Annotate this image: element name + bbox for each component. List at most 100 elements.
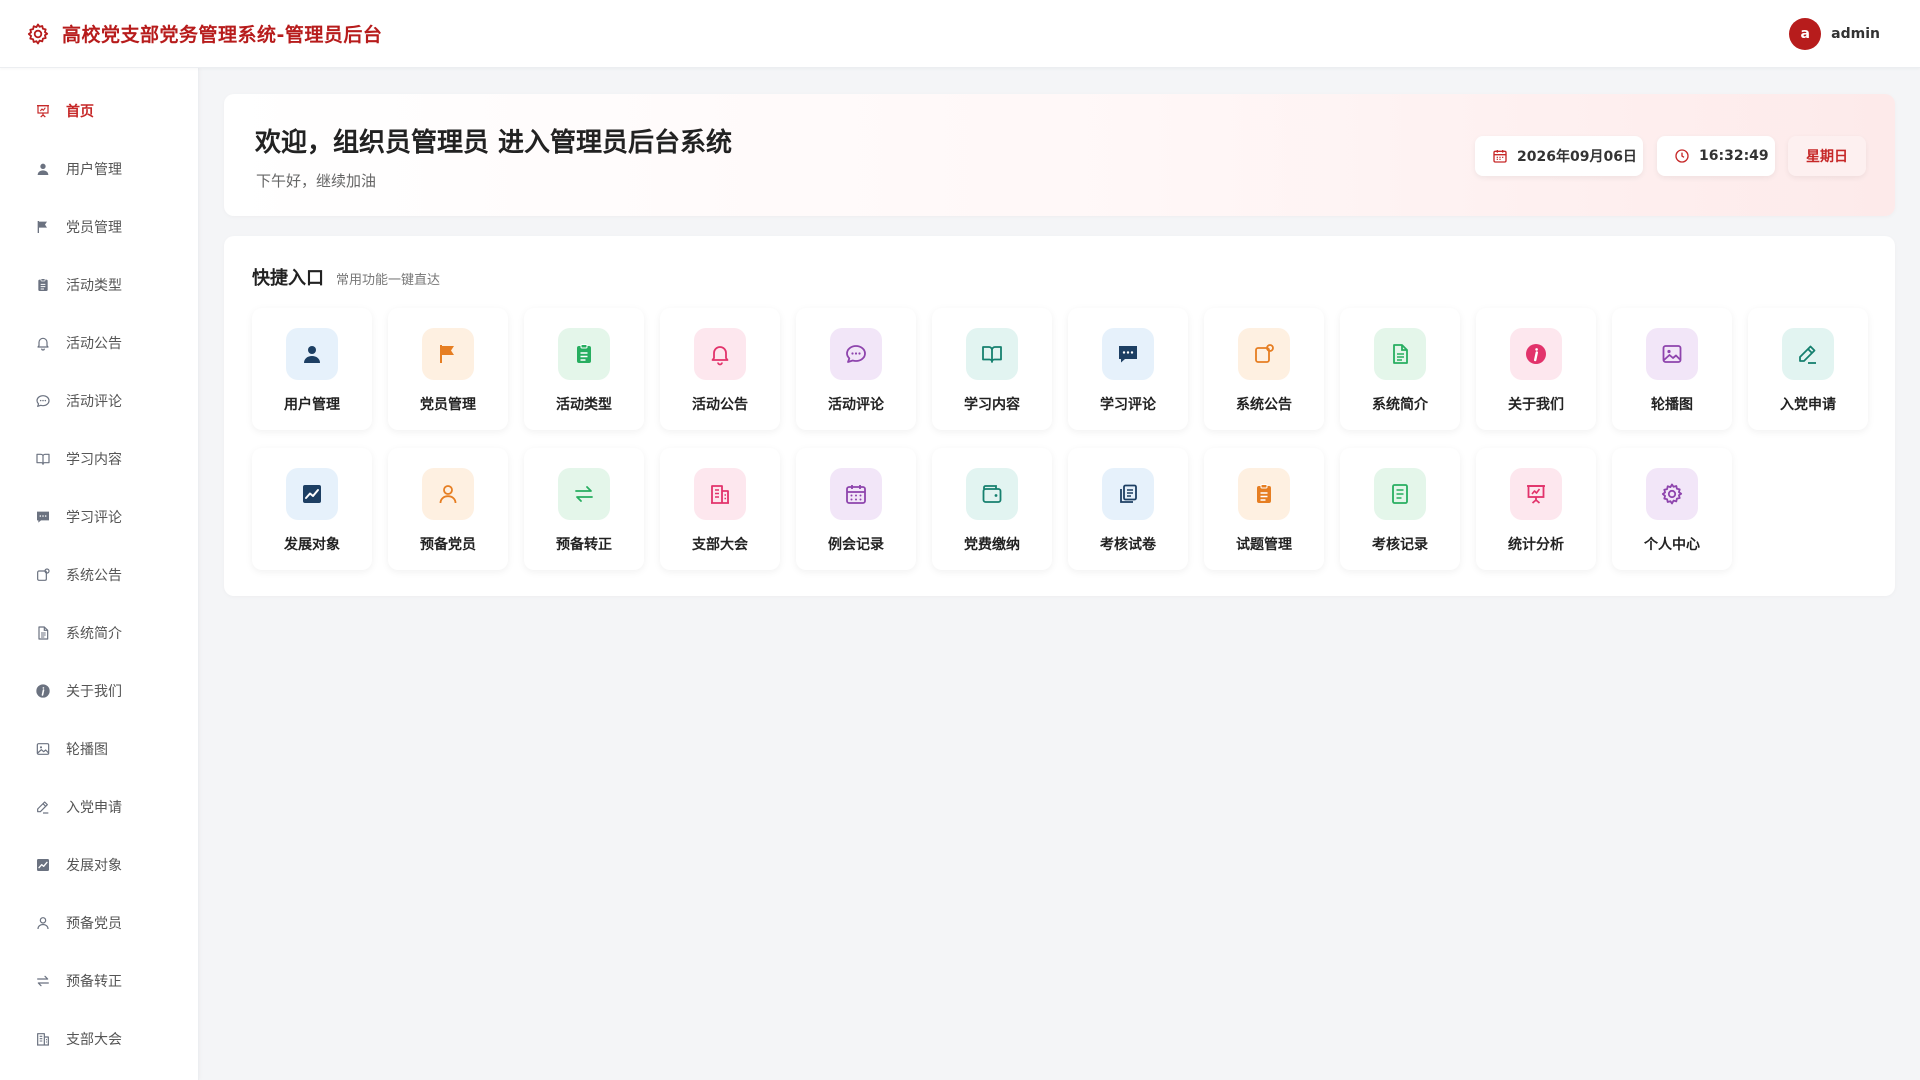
wallet-icon [966, 468, 1018, 520]
sidebar-item-11[interactable]: 轮播图 [0, 720, 198, 778]
quick-tile-label: 活动公告 [692, 397, 748, 413]
sidebar-item-7[interactable]: 学习评论 [0, 488, 198, 546]
quick-tile-label: 活动类型 [556, 397, 612, 413]
time-chip: 16:32:49 [1657, 136, 1775, 176]
quick-tile-label: 个人中心 [1644, 537, 1700, 553]
avatar[interactable]: a [1789, 18, 1822, 50]
sidebar-item-12[interactable]: 入党申请 [0, 778, 198, 836]
quick-tile-label: 系统简介 [1372, 397, 1428, 413]
sidebar-item-label: 预备党员 [66, 916, 122, 932]
info-icon [34, 682, 52, 700]
sidebar-item-13[interactable]: 发展对象 [0, 836, 198, 894]
quick-tile-5[interactable]: 学习内容 [932, 308, 1052, 430]
clipboard-icon [558, 328, 610, 380]
sidebar-item-4[interactable]: 活动公告 [0, 314, 198, 372]
quick-tile-6[interactable]: 学习评论 [1068, 308, 1188, 430]
comment-icon [34, 508, 52, 526]
weekday-text: 星期日 [1806, 149, 1848, 165]
user-menu[interactable]: a admin [1789, 18, 1880, 50]
sidebar-item-5[interactable]: 活动评论 [0, 372, 198, 430]
quick-tile-4[interactable]: 活动评论 [796, 308, 916, 430]
quick-tile-16[interactable]: 例会记录 [796, 448, 916, 570]
chat-bubble-icon [830, 328, 882, 380]
swap-icon [34, 972, 52, 990]
quick-tile-label: 党费缴纳 [964, 537, 1020, 553]
document-icon [1374, 328, 1426, 380]
quick-tile-10[interactable]: 轮播图 [1612, 308, 1732, 430]
sidebar-item-15[interactable]: 预备转正 [0, 952, 198, 1010]
quick-tile-label: 系统公告 [1236, 397, 1292, 413]
user-icon [34, 160, 52, 178]
quick-tile-label: 统计分析 [1508, 537, 1564, 553]
person-outline-icon [34, 914, 52, 932]
sidebar-item-2[interactable]: 党员管理 [0, 198, 198, 256]
sidebar-item-label: 学习评论 [66, 510, 122, 526]
sidebar-item-6[interactable]: 学习内容 [0, 430, 198, 488]
sidebar-item-label: 关于我们 [66, 684, 122, 700]
sidebar-item-16[interactable]: 支部大会 [0, 1010, 198, 1068]
sidebar-item-label: 入党申请 [66, 800, 122, 816]
quick-tile-22[interactable]: 个人中心 [1612, 448, 1732, 570]
info-icon [1510, 328, 1562, 380]
quick-access-title: 快捷入口 [252, 268, 324, 289]
quick-access-panel: 快捷入口 常用功能一键直达 用户管理 党员管理 活动类型 活动公告 活动评论 学习内容 学习… [224, 236, 1895, 596]
pen-icon [1782, 328, 1834, 380]
sidebar-item-1[interactable]: 用户管理 [0, 140, 198, 198]
quick-tile-11[interactable]: 入党申请 [1748, 308, 1868, 430]
chart-icon [286, 468, 338, 520]
sidebar-item-label: 用户管理 [66, 162, 122, 178]
sidebar-item-3[interactable]: 活动类型 [0, 256, 198, 314]
quick-tile-20[interactable]: 考核记录 [1340, 448, 1460, 570]
quick-tile-12[interactable]: 发展对象 [252, 448, 372, 570]
chart-icon [34, 856, 52, 874]
date-text: 2026年09月06日 [1517, 149, 1637, 165]
sidebar-item-9[interactable]: 系统简介 [0, 604, 198, 662]
quick-tile-19[interactable]: 试题管理 [1204, 448, 1324, 570]
sidebar-item-label: 预备转正 [66, 974, 122, 990]
quick-tile-label: 例会记录 [828, 537, 884, 553]
sidebar-item-14[interactable]: 预备党员 [0, 894, 198, 952]
quick-tile-21[interactable]: 统计分析 [1476, 448, 1596, 570]
quick-tile-15[interactable]: 支部大会 [660, 448, 780, 570]
quick-tile-18[interactable]: 考核试卷 [1068, 448, 1188, 570]
welcome-banner: 欢迎，组织员管理员 进入管理员后台系统 下午好，继续加油 2026年09月06日… [224, 94, 1895, 216]
calendar-icon [830, 468, 882, 520]
quick-tile-label: 试题管理 [1236, 537, 1292, 553]
sidebar: 首页用户管理党员管理 活动类型 活动公告 活动评论 学习内容学习评论系统公告 系统简介关于… [0, 68, 199, 1080]
username[interactable]: admin [1831, 26, 1880, 42]
presentation-icon [34, 102, 52, 120]
clipboard-icon [1238, 468, 1290, 520]
quick-tile-2[interactable]: 活动类型 [524, 308, 644, 430]
gear-icon [1646, 468, 1698, 520]
welcome-title: 欢迎，组织员管理员 进入管理员后台系统 [255, 128, 733, 158]
sidebar-item-label: 轮播图 [66, 742, 108, 758]
date-chip: 2026年09月06日 [1475, 136, 1643, 176]
quick-tile-8[interactable]: 系统简介 [1340, 308, 1460, 430]
quick-tile-label: 活动评论 [828, 397, 884, 413]
sidebar-item-10[interactable]: 关于我们 [0, 662, 198, 720]
person-outline-icon [422, 468, 474, 520]
copy-icon [1102, 468, 1154, 520]
sidebar-item-8[interactable]: 系统公告 [0, 546, 198, 604]
clock-icon [1673, 147, 1691, 165]
swap-icon [558, 468, 610, 520]
quick-tile-9[interactable]: 关于我们 [1476, 308, 1596, 430]
quick-access-header: 快捷入口 常用功能一键直达 [252, 264, 440, 290]
calendar-icon [1491, 147, 1509, 165]
quick-tile-3[interactable]: 活动公告 [660, 308, 780, 430]
gear-icon [26, 22, 50, 46]
building-icon [34, 1030, 52, 1048]
quick-tile-label: 关于我们 [1508, 397, 1564, 413]
welcome-subtitle: 下午好，继续加油 [256, 172, 377, 190]
quick-access-grid: 用户管理 党员管理 活动类型 活动公告 活动评论 学习内容 学习评论 系统公告 系统简介 关于我们… [252, 308, 1868, 570]
quick-tile-7[interactable]: 系统公告 [1204, 308, 1324, 430]
quick-tile-0[interactable]: 用户管理 [252, 308, 372, 430]
document-icon [34, 624, 52, 642]
quick-tile-label: 用户管理 [284, 397, 340, 413]
bell-icon [694, 328, 746, 380]
quick-tile-17[interactable]: 党费缴纳 [932, 448, 1052, 570]
quick-tile-13[interactable]: 预备党员 [388, 448, 508, 570]
sidebar-item-0[interactable]: 首页 [0, 82, 198, 140]
quick-tile-14[interactable]: 预备转正 [524, 448, 644, 570]
quick-tile-1[interactable]: 党员管理 [388, 308, 508, 430]
